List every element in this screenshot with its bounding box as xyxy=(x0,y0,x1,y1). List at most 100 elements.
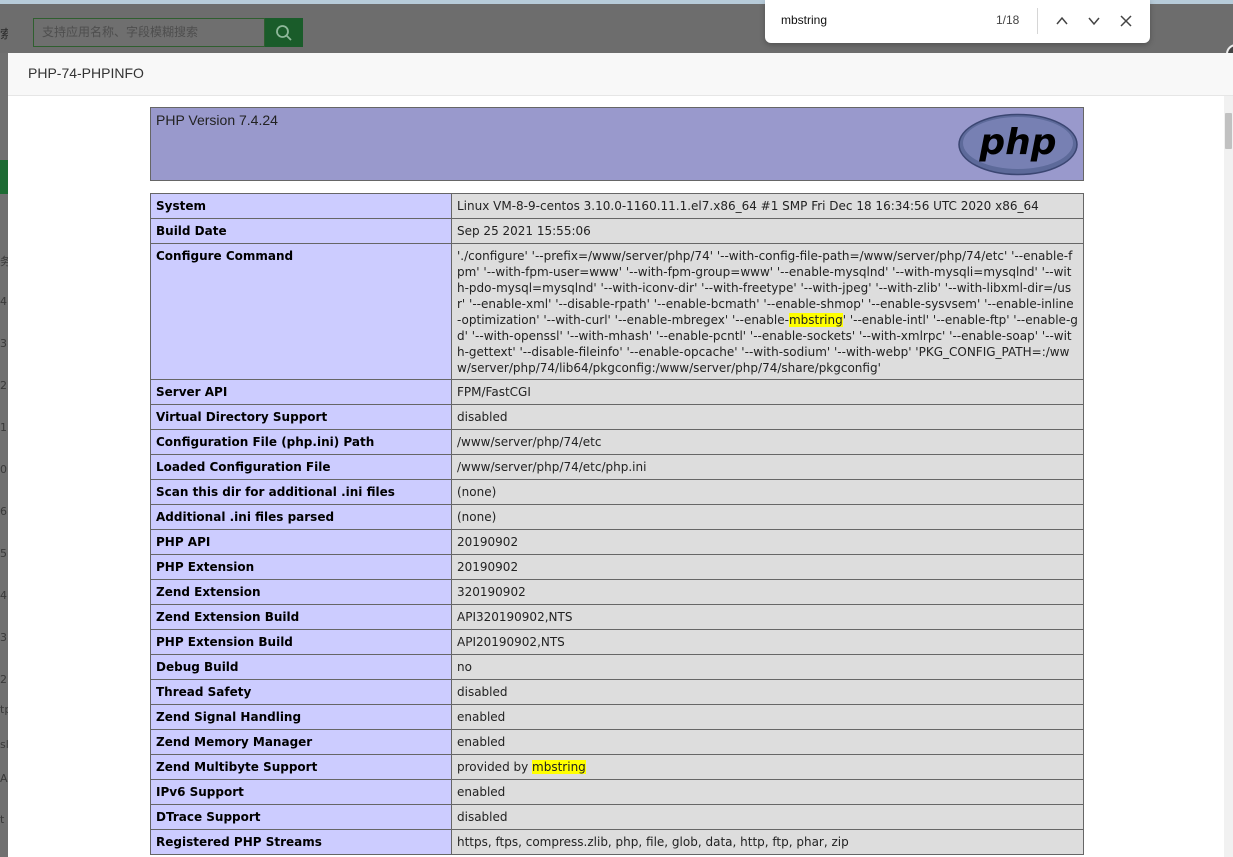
find-input[interactable]: mbstring xyxy=(781,13,827,27)
find-previous-button[interactable] xyxy=(1052,11,1072,31)
info-value: enabled xyxy=(451,729,1084,755)
info-value: disabled xyxy=(451,404,1084,430)
search-icon xyxy=(276,24,292,41)
info-label: System xyxy=(150,193,452,219)
background-sidebar-text: 2 xyxy=(0,673,7,686)
dialog-body: PHP Version 7.4.24 php System Linux VM-8-… xyxy=(8,96,1224,857)
info-row: Debug Build no xyxy=(150,654,1084,680)
info-row: Zend Memory Manager enabled xyxy=(150,729,1084,755)
info-label: Zend Memory Manager xyxy=(150,729,452,755)
info-label: Server API xyxy=(150,379,452,405)
background-active-item xyxy=(0,160,8,194)
background-sidebar-text: 0 xyxy=(0,463,7,476)
background-sidebar-text: t xyxy=(0,813,5,826)
info-row: Server API FPM/FastCGI xyxy=(150,379,1084,405)
phpinfo-dialog: PHP-74-PHPINFO PHP Version 7.4.24 php Sy… xyxy=(8,53,1233,857)
background-sidebar-text: 1 xyxy=(0,421,7,434)
info-label: Build Date xyxy=(150,218,452,244)
info-row: Additional .ini files parsed (none) xyxy=(150,504,1084,530)
info-label: Registered PHP Streams xyxy=(150,829,452,855)
dialog-header: PHP-74-PHPINFO xyxy=(8,53,1233,96)
info-row: DTrace Support disabled xyxy=(150,804,1084,830)
background-sidebar-text: 3 xyxy=(0,337,7,350)
info-label: Zend Extension Build xyxy=(150,604,452,630)
info-label: Additional .ini files parsed xyxy=(150,504,452,530)
info-label: Virtual Directory Support xyxy=(150,404,452,430)
info-row: Registered PHP Streams https, ftps, compr… xyxy=(150,829,1084,855)
info-value: provided by mbstring xyxy=(451,754,1084,780)
info-label: Debug Build xyxy=(150,654,452,680)
php-logo-text: php xyxy=(978,122,1056,163)
info-value: Linux VM-8-9-centos 3.10.0-1160.11.1.el7… xyxy=(451,193,1084,219)
background-sidebar-text: 4 xyxy=(0,589,7,602)
info-label: Zend Extension xyxy=(150,579,452,605)
info-label: Scan this dir for additional .ini files xyxy=(150,479,452,505)
info-value: no xyxy=(451,654,1084,680)
background-sidebar-text: 2 xyxy=(0,379,7,392)
info-value: /www/server/php/74/etc/php.ini xyxy=(451,454,1084,480)
info-value: disabled xyxy=(451,804,1084,830)
php-version-header: PHP Version 7.4.24 php xyxy=(150,107,1084,181)
search-match-highlight: mbstring xyxy=(788,313,843,327)
background-sidebar-text: 6 xyxy=(0,505,7,518)
info-row: Zend Signal Handling enabled xyxy=(150,704,1084,730)
search-match-highlight: mbstring xyxy=(532,760,586,774)
info-label: Configuration File (php.ini) Path xyxy=(150,429,452,455)
background-sidebar-text: A xyxy=(0,772,8,785)
info-row: PHP Extension Build API20190902,NTS xyxy=(150,629,1084,655)
background-search-button[interactable] xyxy=(265,18,303,47)
info-label: PHP Extension Build xyxy=(150,629,452,655)
php-version-title: PHP Version 7.4.24 xyxy=(156,112,278,128)
info-row: Configure Command './configure' '--prefix… xyxy=(150,243,1084,380)
background-sidebar-text: sl xyxy=(0,738,8,751)
info-value: disabled xyxy=(451,679,1084,705)
info-label: Thread Safety xyxy=(150,679,452,705)
info-value: FPM/FastCGI xyxy=(451,379,1084,405)
info-row: PHP Extension 20190902 xyxy=(150,554,1084,580)
php-info-table: System Linux VM-8-9-centos 3.10.0-1160.11… xyxy=(150,193,1084,855)
info-value: https, ftps, compress.zlib, php, file, g… xyxy=(451,829,1084,855)
info-value: Sep 25 2021 15:55:06 xyxy=(451,218,1084,244)
info-value: /www/server/php/74/etc xyxy=(451,429,1084,455)
info-row: Thread Safety disabled xyxy=(150,679,1084,705)
info-value: API20190902,NTS xyxy=(451,629,1084,655)
info-row: Zend Extension 320190902 xyxy=(150,579,1084,605)
info-value: 20190902 xyxy=(451,554,1084,580)
scrollbar-thumb[interactable] xyxy=(1225,113,1232,149)
vertical-scrollbar[interactable] xyxy=(1224,96,1233,857)
info-value: (none) xyxy=(451,479,1084,505)
info-row: Loaded Configuration File/www/server/php… xyxy=(150,454,1084,480)
info-label: Zend Multibyte Support xyxy=(150,754,452,780)
info-label: DTrace Support xyxy=(150,804,452,830)
background-sidebar-text: 5 xyxy=(0,547,7,560)
find-in-page-bar: mbstring 1/18 xyxy=(765,0,1150,43)
background-sidebar-text: 3 xyxy=(0,631,7,644)
info-value: 20190902 xyxy=(451,529,1084,555)
info-row: IPv6 Support enabled xyxy=(150,779,1084,805)
php-logo-icon: php xyxy=(958,113,1078,176)
background-edge-text: 索 xyxy=(0,27,8,41)
info-row: System Linux VM-8-9-centos 3.10.0-1160.11… xyxy=(150,193,1084,219)
info-label: IPv6 Support xyxy=(150,779,452,805)
find-next-button[interactable] xyxy=(1084,11,1104,31)
background-sidebar-text: tp xyxy=(0,703,8,716)
info-row: Virtual Directory Support disabled xyxy=(150,404,1084,430)
info-row: Scan this dir for additional .ini files(… xyxy=(150,479,1084,505)
info-row: Configuration File (php.ini) Path/www/se… xyxy=(150,429,1084,455)
find-close-button[interactable] xyxy=(1116,11,1136,31)
info-value: enabled xyxy=(451,704,1084,730)
chevron-up-icon xyxy=(1056,16,1068,25)
info-label: Zend Signal Handling xyxy=(150,704,452,730)
info-label: Configure Command xyxy=(150,243,452,380)
info-value: enabled xyxy=(451,779,1084,805)
info-label: PHP Extension xyxy=(150,554,452,580)
find-match-count: 1/18 xyxy=(996,13,1020,27)
background-sidebar-text: 务 xyxy=(0,255,8,268)
info-value: (none) xyxy=(451,504,1084,530)
close-icon xyxy=(1120,15,1132,27)
background-search-input[interactable]: 支持应用名称、字段模糊搜索 xyxy=(33,18,265,47)
info-row: Zend Extension Build API320190902,NTS xyxy=(150,604,1084,630)
background-sidebar-text: 4 xyxy=(0,295,7,308)
info-row: Build Date Sep 25 2021 15:55:06 xyxy=(150,218,1084,244)
info-label: PHP API xyxy=(150,529,452,555)
